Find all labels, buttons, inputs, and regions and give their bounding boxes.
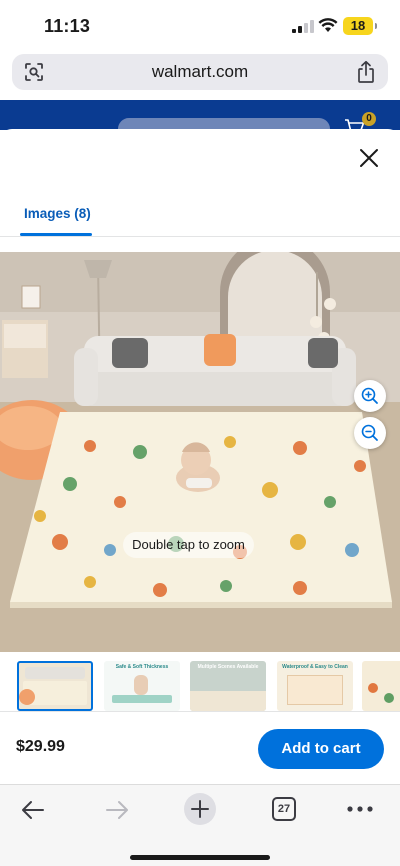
tab-count-button[interactable]: 27 [272,797,296,821]
thumbnail-1[interactable] [17,661,93,711]
thumbnail-caption: Multiple Scenes Available [197,664,259,670]
thumbnail-strip: Safe & Soft Thickness Multiple Scenes Av… [0,661,400,711]
plus-icon [191,800,209,818]
share-icon[interactable] [356,60,376,84]
product-price: $29.99 [16,738,65,755]
thumbnail-caption: Safe & Soft Thickness [115,664,169,670]
url-text[interactable]: walmart.com [12,62,388,82]
tab-divider [0,236,400,237]
thumbnail-caption: Waterproof & Easy to Clean [282,664,348,670]
new-tab-button[interactable] [184,793,216,825]
thumbnail-5[interactable] [362,661,400,711]
zoom-out-button[interactable] [354,417,386,449]
main-product-image[interactable]: Double tap to zoom [0,252,400,652]
wifi-icon [318,18,338,32]
zoom-in-icon [361,387,378,404]
image-gallery-sheet: Images (8) Double tap to zoom Safe & Sof… [0,129,400,866]
add-to-cart-button[interactable]: Add to cart [258,729,384,769]
zoom-tooltip: Double tap to zoom [123,532,254,558]
zoom-out-icon [361,424,378,441]
tab-images[interactable]: Images (8) [24,206,91,221]
address-bar[interactable]: walmart.com [12,54,388,90]
cart-count-badge: 0 [362,112,376,126]
ellipsis-icon[interactable] [346,805,374,813]
home-indicator [130,855,270,860]
thumbnail-2[interactable]: Safe & Soft Thickness [104,661,180,711]
thumbnail-3[interactable]: Multiple Scenes Available [190,661,266,711]
status-bar: 11:13 18 [0,0,400,50]
forward-arrow-icon[interactable] [102,795,132,825]
cellular-signal-icon [292,20,314,33]
thumbnail-4[interactable]: Waterproof & Easy to Clean [277,661,353,711]
status-time: 11:13 [44,16,91,36]
price-divider [0,711,400,712]
browser-toolbar: 27 [0,784,400,866]
zoom-in-button[interactable] [354,380,386,412]
battery-indicator: 18 [343,17,377,35]
product-photo-illustration [0,252,400,652]
back-arrow-icon[interactable] [18,795,48,825]
close-icon[interactable] [358,147,380,169]
